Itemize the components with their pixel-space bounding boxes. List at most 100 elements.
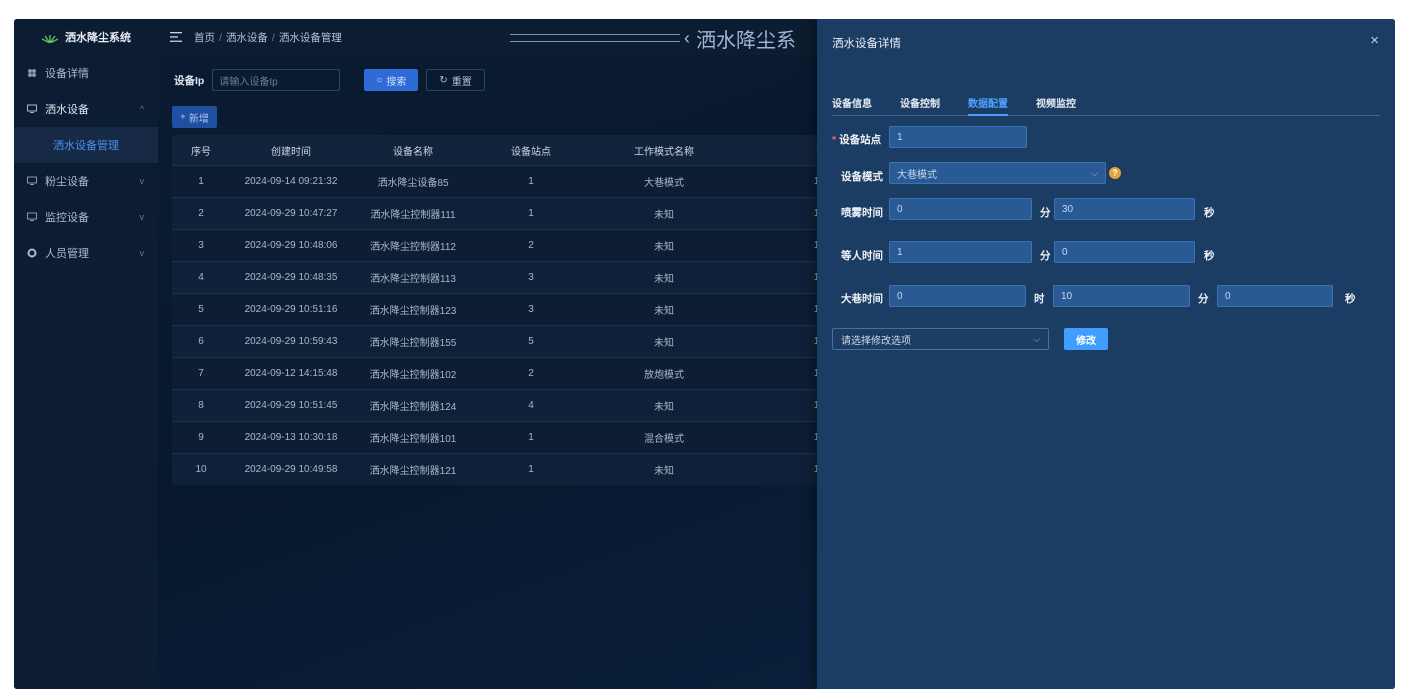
unit-hour: 时 xyxy=(1034,293,1045,305)
chevron-down-icon: v xyxy=(139,176,145,186)
breadcrumb-sprinkler[interactable]: 洒水设备 xyxy=(226,32,268,44)
monitor-icon xyxy=(27,212,37,221)
unit-minute: 分 xyxy=(1040,207,1051,219)
lane-hour-input[interactable]: 0 xyxy=(889,285,1026,307)
tab-device-info[interactable]: 设备信息 xyxy=(832,95,872,115)
spray-second-input[interactable]: 30 xyxy=(1054,198,1195,220)
search-button[interactable]: ○ 搜索 xyxy=(364,69,419,91)
sidebar-subitem-sprinkler-manage[interactable]: 洒水设备管理 xyxy=(14,127,158,163)
sidebar-item-sprinkler[interactable]: 洒水设备 ^ xyxy=(14,91,158,127)
table-cell: 混合模式 xyxy=(588,421,740,454)
table-cell: 2024-09-29 10:47:27 xyxy=(230,197,352,230)
table-cell: 10 xyxy=(172,453,230,485)
table-cell: 洒水降尘控制器102 xyxy=(352,357,474,390)
chevron-down-icon: ⌵ xyxy=(1091,167,1098,178)
sidebar-item-dust[interactable]: 粉尘设备 v xyxy=(14,163,158,199)
breadcrumb-home[interactable]: 首页 xyxy=(194,32,215,44)
table-cell: 2024-09-29 10:49:58 xyxy=(230,453,352,485)
lane-minute-input[interactable]: 10 xyxy=(1053,285,1190,307)
wait-second-input[interactable]: 0 xyxy=(1054,241,1195,263)
title-decoration xyxy=(510,34,680,42)
app-window: 洒水降尘系统 设备详情 洒水设备 ^ 洒水设备管理 粉尘设备 v 监控设备 v … xyxy=(14,19,1395,689)
table-cell: 3 xyxy=(474,261,588,294)
tab-data-config[interactable]: 数据配置 xyxy=(968,95,1008,116)
table-cell: 1 xyxy=(474,453,588,485)
table-cell: 未知 xyxy=(588,229,740,262)
table-cell: 放炮模式 xyxy=(588,357,740,390)
col-mode: 工作模式名称 xyxy=(588,135,740,166)
table-cell: 洒水降尘设备85 xyxy=(352,165,474,198)
close-icon[interactable]: × xyxy=(1370,32,1379,49)
sidebar-item-personnel[interactable]: 人员管理 v xyxy=(14,235,158,271)
table-cell: 2024-09-13 10:30:18 xyxy=(230,421,352,454)
sidebar-item-label: 洒水设备 xyxy=(45,104,89,116)
help-icon[interactable]: ? xyxy=(1109,167,1121,179)
table-cell: 未知 xyxy=(588,261,740,294)
spray-minute-input[interactable]: 0 xyxy=(889,198,1032,220)
required-mark: * xyxy=(832,134,837,146)
reset-button[interactable]: ↻ 重置 xyxy=(426,69,485,91)
table-cell: 2024-09-14 09:21:32 xyxy=(230,165,352,198)
leaf-logo-icon xyxy=(41,35,59,43)
table-cell: 未知 xyxy=(588,389,740,422)
gear-icon xyxy=(27,248,37,258)
unit-second: 秒 xyxy=(1204,207,1215,219)
table-cell: 7 xyxy=(172,357,230,390)
menu-toggle-icon[interactable] xyxy=(170,32,182,42)
system-title: ‹ 洒水降尘系 xyxy=(510,23,796,53)
modify-button[interactable]: 修改 xyxy=(1064,328,1108,350)
search-row: 设备Ip 请输入设备Ip ○ 搜索 ↻ 重置 xyxy=(174,69,485,91)
modify-option-placeholder: 请选择修改选项 xyxy=(841,335,911,347)
logo-text: 洒水降尘系统 xyxy=(65,32,131,44)
table-cell: 2024-09-29 10:51:45 xyxy=(230,389,352,422)
table-cell: 6 xyxy=(172,325,230,358)
table-cell: 1 xyxy=(172,165,230,198)
table-cell: 未知 xyxy=(588,325,740,358)
drawer-title: 洒水设备详情 xyxy=(832,38,901,50)
table-cell: 8 xyxy=(172,389,230,422)
sidebar-item-device-detail[interactable]: 设备详情 xyxy=(14,55,158,91)
system-title-text: 洒水降尘系 xyxy=(696,29,796,52)
spray-time-label: 喷雾时间 xyxy=(841,207,883,219)
device-detail-drawer: 洒水设备详情 × 设备信息 设备控制 数据配置 视频监控 * 设备站点 1 设备模… xyxy=(817,19,1395,689)
unit-minute: 分 xyxy=(1040,250,1051,262)
reset-button-label: 重置 xyxy=(451,76,472,88)
modify-option-select[interactable]: 请选择修改选项 ⌵ xyxy=(832,328,1049,350)
chevron-left-icon: ‹ xyxy=(684,27,690,48)
unit-minute: 分 xyxy=(1198,293,1209,305)
sidebar-item-label: 粉尘设备 xyxy=(45,176,89,188)
table-cell: 5 xyxy=(172,293,230,326)
table-cell: 2024-09-29 10:59:43 xyxy=(230,325,352,358)
monitor-icon xyxy=(27,176,37,185)
logo: 洒水降尘系统 xyxy=(14,19,158,55)
station-label: * 设备站点 xyxy=(832,134,882,146)
table-cell: 4 xyxy=(474,389,588,422)
table-cell: 洒水降尘控制器124 xyxy=(352,389,474,422)
chevron-down-icon: v xyxy=(139,248,145,258)
table-cell: 2024-09-29 10:48:06 xyxy=(230,229,352,262)
sidebar-item-monitor[interactable]: 监控设备 v xyxy=(14,199,158,235)
tab-device-control[interactable]: 设备控制 xyxy=(900,95,940,115)
table-cell: 2 xyxy=(474,357,588,390)
tab-video-monitor[interactable]: 视频监控 xyxy=(1036,95,1076,115)
sidebar: 洒水降尘系统 设备详情 洒水设备 ^ 洒水设备管理 粉尘设备 v 监控设备 v … xyxy=(14,19,158,689)
table-cell: 3 xyxy=(474,293,588,326)
table-cell: 2024-09-29 10:51:16 xyxy=(230,293,352,326)
breadcrumb: 首页 / 洒水设备 / 洒水设备管理 xyxy=(194,31,342,44)
sidebar-item-label: 人员管理 xyxy=(45,248,89,260)
table-cell: 洒水降尘控制器111 xyxy=(352,197,474,230)
add-button[interactable]: + 新增 xyxy=(172,106,217,128)
refresh-icon: ↻ xyxy=(439,74,448,86)
wait-minute-input[interactable]: 1 xyxy=(889,241,1032,263)
lane-second-input[interactable]: 0 xyxy=(1217,285,1333,307)
search-icon: ○ xyxy=(376,74,383,86)
device-ip-input[interactable]: 请输入设备Ip xyxy=(212,69,341,91)
table-cell: 1 xyxy=(474,165,588,198)
mode-select[interactable]: 大巷模式 ⌵ xyxy=(889,162,1106,184)
table-cell: 9 xyxy=(172,421,230,454)
drawer-tabs: 设备信息 设备控制 数据配置 视频监控 xyxy=(832,95,1380,116)
station-input[interactable]: 1 xyxy=(889,126,1027,148)
table-cell: 洒水降尘控制器101 xyxy=(352,421,474,454)
unit-second: 秒 xyxy=(1345,293,1356,305)
col-created: 创建时间 xyxy=(230,135,352,166)
